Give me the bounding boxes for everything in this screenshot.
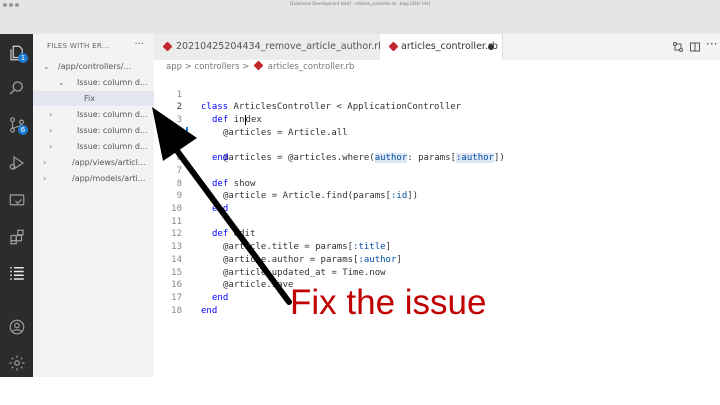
- tree-item-models-folder[interactable]: › /app/models/arti...: [33, 171, 154, 186]
- title-bar: [Extension Development Host] - articles_…: [0, 0, 720, 35]
- code-text: end: [201, 305, 218, 316]
- tree-item-label: /app/models/arti...: [72, 174, 146, 183]
- code-line[interactable]: 12 @article.title = params[:title]: [154, 216, 720, 252]
- chevron-right-icon: ›: [49, 126, 53, 135]
- tab-migration-file[interactable]: 20210425204434_remove_article_author.rb: [154, 34, 385, 60]
- annotation-label: Fix the issue: [290, 283, 487, 322]
- tab-bar: 20210425204434_remove_article_author.rb …: [154, 34, 720, 60]
- tree-item-label: /app/views/articl...: [72, 158, 146, 167]
- tree-item-label: Issue: column d...: [77, 126, 148, 135]
- source-control-badge: 6: [18, 125, 28, 135]
- source-control-icon[interactable]: 6: [6, 114, 28, 135]
- code-line[interactable]: 13 @article.author = params[:author]: [154, 228, 720, 265]
- chevron-right-icon: ›: [49, 110, 53, 119]
- remote-explorer-icon[interactable]: [6, 190, 27, 211]
- sidebar-header: FILES WITH ER...: [47, 42, 110, 50]
- unsaved-dot-icon[interactable]: [488, 44, 494, 50]
- search-icon[interactable]: [6, 77, 27, 98]
- tab-label: articles_controller.rb: [401, 41, 498, 52]
- extensions-icon[interactable]: [6, 226, 27, 247]
- tree-item-label: Issue: column d...: [77, 142, 148, 151]
- settings-gear-icon[interactable]: [6, 352, 27, 373]
- tree-item-views-folder[interactable]: › /app/views/articl...: [33, 155, 154, 170]
- compare-changes-icon[interactable]: [672, 41, 684, 53]
- breadcrumb: app > controllers > articles_controller.…: [166, 60, 355, 72]
- activity-bar: 1 6: [0, 34, 33, 377]
- tab-label: 20210425204434_remove_article_author.rb: [176, 41, 385, 52]
- tree-item-issue[interactable]: ⌄ Issue: column d...: [33, 75, 154, 90]
- more-actions-icon[interactable]: ···: [134, 39, 144, 50]
- explorer-sidebar: FILES WITH ER... ··· ⌄ /app/controllers/…: [33, 34, 155, 377]
- breadcrumb-separator: >: [242, 62, 250, 72]
- tree-item-issue[interactable]: › Issue: column d...: [33, 107, 154, 122]
- code-line[interactable]: 15 @article.save: [154, 254, 720, 291]
- chevron-right-icon: ›: [43, 158, 47, 167]
- tree-item-label: Fix: [84, 94, 95, 103]
- tree-item-label: Issue: column d...: [77, 110, 148, 119]
- tab-articles-controller[interactable]: articles_controller.rb: [380, 34, 503, 60]
- breadcrumb-item[interactable]: app: [166, 62, 182, 72]
- code-line[interactable]: 3 @articles = Article.all: [154, 101, 720, 138]
- explorer-icon[interactable]: 1: [6, 42, 28, 63]
- ruby-file-icon: [162, 41, 173, 52]
- tree-item-issue[interactable]: › Issue: column d...: [33, 139, 154, 154]
- line-number: 18: [171, 305, 182, 316]
- breadcrumb-item[interactable]: articles_controller.rb: [268, 62, 355, 72]
- code-line[interactable]: 4 @articles = @articles.where(author: pa…: [154, 114, 720, 164]
- code-line[interactable]: 5 end: [154, 127, 720, 164]
- explorer-badge: 1: [18, 53, 28, 63]
- ruby-file-icon: [253, 60, 264, 71]
- code-line[interactable]: 16 end: [154, 267, 720, 303]
- breadcrumb-separator: >: [184, 62, 192, 72]
- more-actions-icon[interactable]: ···: [706, 38, 718, 50]
- editor-area: 20210425204434_remove_article_author.rb …: [154, 34, 720, 377]
- breadcrumb-item[interactable]: controllers: [195, 62, 240, 72]
- tree-item-issue[interactable]: › Issue: column d...: [33, 123, 154, 138]
- split-editor-icon[interactable]: [689, 41, 701, 53]
- code-line[interactable]: 1 class ArticlesController < Application…: [154, 76, 720, 113]
- code-line[interactable]: 8 @article = Article.find(params[:id]): [154, 165, 720, 202]
- code-line[interactable]: 6: [154, 140, 720, 163]
- code-line[interactable]: 2 def index: [154, 89, 720, 125]
- tree-item-fix[interactable]: Fix: [33, 91, 154, 106]
- chevron-right-icon: ›: [49, 142, 53, 151]
- chevron-right-icon: ›: [43, 174, 47, 183]
- code-line[interactable]: 14 @article.updated_at = Time.now: [154, 241, 720, 278]
- code-line[interactable]: 7 def show: [154, 152, 720, 189]
- tree-item-controllers-folder[interactable]: ⌄ /app/controllers/...: [33, 59, 154, 74]
- code-line[interactable]: 11 def edit: [154, 203, 720, 240]
- code-line[interactable]: 9 end: [154, 178, 720, 214]
- run-debug-icon[interactable]: [6, 152, 27, 173]
- account-icon[interactable]: [6, 316, 27, 337]
- list-view-icon[interactable]: [6, 262, 27, 283]
- ruby-file-icon: [388, 41, 399, 52]
- tree-item-label: Issue: column d...: [77, 78, 148, 87]
- chevron-down-icon: ⌄: [58, 78, 65, 87]
- tree-item-label: /app/controllers/...: [58, 62, 132, 71]
- chevron-down-icon: ⌄: [43, 62, 50, 71]
- window-title: [Extension Development Host] - articles_…: [289, 1, 431, 6]
- code-line[interactable]: 10: [154, 190, 720, 214]
